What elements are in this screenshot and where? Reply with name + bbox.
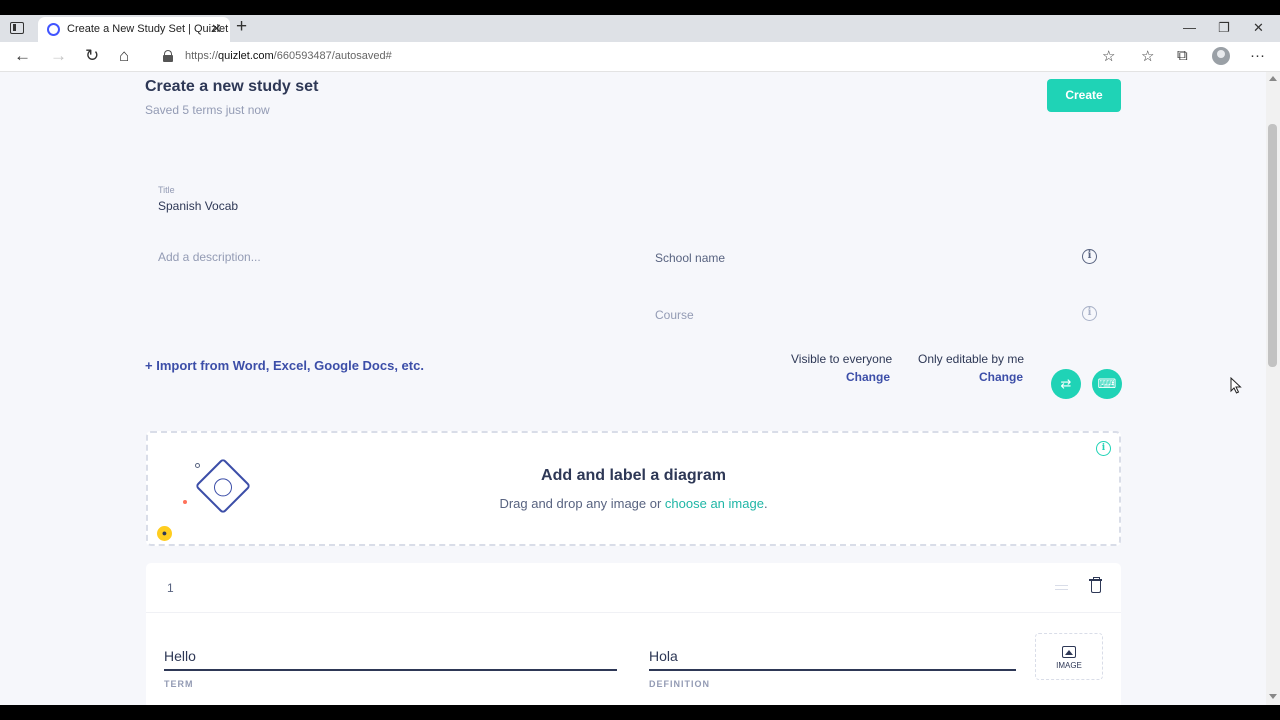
definition-label: DEFINITION xyxy=(649,679,710,689)
diagram-dropzone[interactable]: ● Add and label a diagram Drag and drop … xyxy=(146,431,1121,546)
url-text: https://quizlet.com/660593487/autosaved# xyxy=(185,50,392,62)
tab-actions-icon[interactable] xyxy=(10,22,24,34)
favorites-icon[interactable]: ☆ xyxy=(1141,47,1154,65)
edit-permission-label: Only editable by me xyxy=(918,352,1025,366)
create-button[interactable]: Create xyxy=(1047,79,1121,112)
keyboard-shortcuts-button[interactable]: ⌨ xyxy=(1092,369,1122,399)
tab-title: Create a New Study Set | Quizlet xyxy=(67,23,229,35)
lock-badge-icon: ● xyxy=(157,526,172,541)
term-label: TERM xyxy=(164,679,194,689)
browser-window: Create a New Study Set | Quizlet ✕ + — ❐… xyxy=(0,15,1280,705)
school-info-icon[interactable]: i xyxy=(1082,249,1097,264)
description-input[interactable]: Add a description... xyxy=(158,250,261,264)
page-scrollbar[interactable] xyxy=(1266,72,1280,705)
collections-icon[interactable]: ⧉ xyxy=(1177,47,1188,64)
swap-terms-button[interactable]: ⇄ xyxy=(1051,369,1081,399)
definition-input[interactable]: Hola xyxy=(649,648,1016,671)
course-input[interactable]: Course xyxy=(655,308,694,322)
save-status: Saved 5 terms just now xyxy=(145,103,270,117)
diagram-subtitle: Drag and drop any image or choose an ima… xyxy=(499,496,768,511)
scroll-thumb[interactable] xyxy=(1268,124,1277,367)
visibility-change-link[interactable]: Change xyxy=(846,370,890,384)
term-input[interactable]: Hello xyxy=(164,648,617,671)
drag-handle-icon[interactable] xyxy=(1055,585,1068,590)
scroll-down-icon[interactable] xyxy=(1269,694,1277,699)
page-title: Create a new study set xyxy=(145,78,319,95)
reload-button[interactable]: ↻ xyxy=(85,46,99,66)
swap-icon: ⇄ xyxy=(1060,376,1072,391)
address-bar[interactable]: https://quizlet.com/660593487/autosaved# xyxy=(150,44,1130,70)
profile-avatar[interactable] xyxy=(1212,47,1230,65)
scroll-up-icon[interactable] xyxy=(1269,76,1277,81)
add-favorite-icon[interactable]: ☆ xyxy=(1102,47,1115,65)
choose-image-link[interactable]: choose an image xyxy=(665,496,764,511)
more-menu-icon[interactable]: ··· xyxy=(1250,47,1265,64)
course-info-icon[interactable]: i xyxy=(1082,306,1097,321)
image-icon xyxy=(1062,646,1076,658)
term-card: 1 Hello TERM Hola DEFINITION IMAGE xyxy=(146,563,1121,705)
card-header: 1 xyxy=(146,563,1121,613)
title-label: Title xyxy=(158,185,175,195)
new-tab-button[interactable]: + xyxy=(236,16,247,38)
title-input[interactable]: Spanish Vocab xyxy=(158,199,238,213)
delete-card-icon[interactable] xyxy=(1089,577,1102,593)
forward-button[interactable]: → xyxy=(50,46,67,66)
diagram-title: Add and label a diagram xyxy=(541,467,726,484)
lock-icon[interactable] xyxy=(163,50,173,62)
add-image-button[interactable]: IMAGE xyxy=(1035,633,1103,680)
diagram-info-icon[interactable]: i xyxy=(1096,441,1111,456)
close-window-button[interactable]: ✕ xyxy=(1253,20,1264,36)
tab-strip: Create a New Study Set | Quizlet ✕ + — ❐… xyxy=(0,15,1280,42)
minimize-button[interactable]: — xyxy=(1183,20,1196,35)
browser-toolbar: ← → ↻ ⌂ https://quizlet.com/660593487/au… xyxy=(0,42,1280,72)
edit-permission-change-link[interactable]: Change xyxy=(979,370,1023,384)
image-label: IMAGE xyxy=(1056,661,1082,670)
keyboard-icon: ⌨ xyxy=(1097,376,1117,391)
school-input[interactable]: School name xyxy=(655,251,725,265)
tab-close-icon[interactable]: ✕ xyxy=(211,21,222,37)
import-link[interactable]: + Import from Word, Excel, Google Docs, … xyxy=(145,358,424,373)
back-button[interactable]: ← xyxy=(14,46,31,66)
page-content: Create a new study set Saved 5 terms jus… xyxy=(0,72,1266,705)
quizlet-favicon-icon xyxy=(47,23,60,36)
restore-button[interactable]: ❐ xyxy=(1218,20,1230,36)
browser-tab[interactable]: Create a New Study Set | Quizlet ✕ xyxy=(38,17,230,42)
home-button[interactable]: ⌂ xyxy=(119,46,129,66)
card-number: 1 xyxy=(167,581,174,595)
visibility-label: Visible to everyone xyxy=(791,352,893,366)
